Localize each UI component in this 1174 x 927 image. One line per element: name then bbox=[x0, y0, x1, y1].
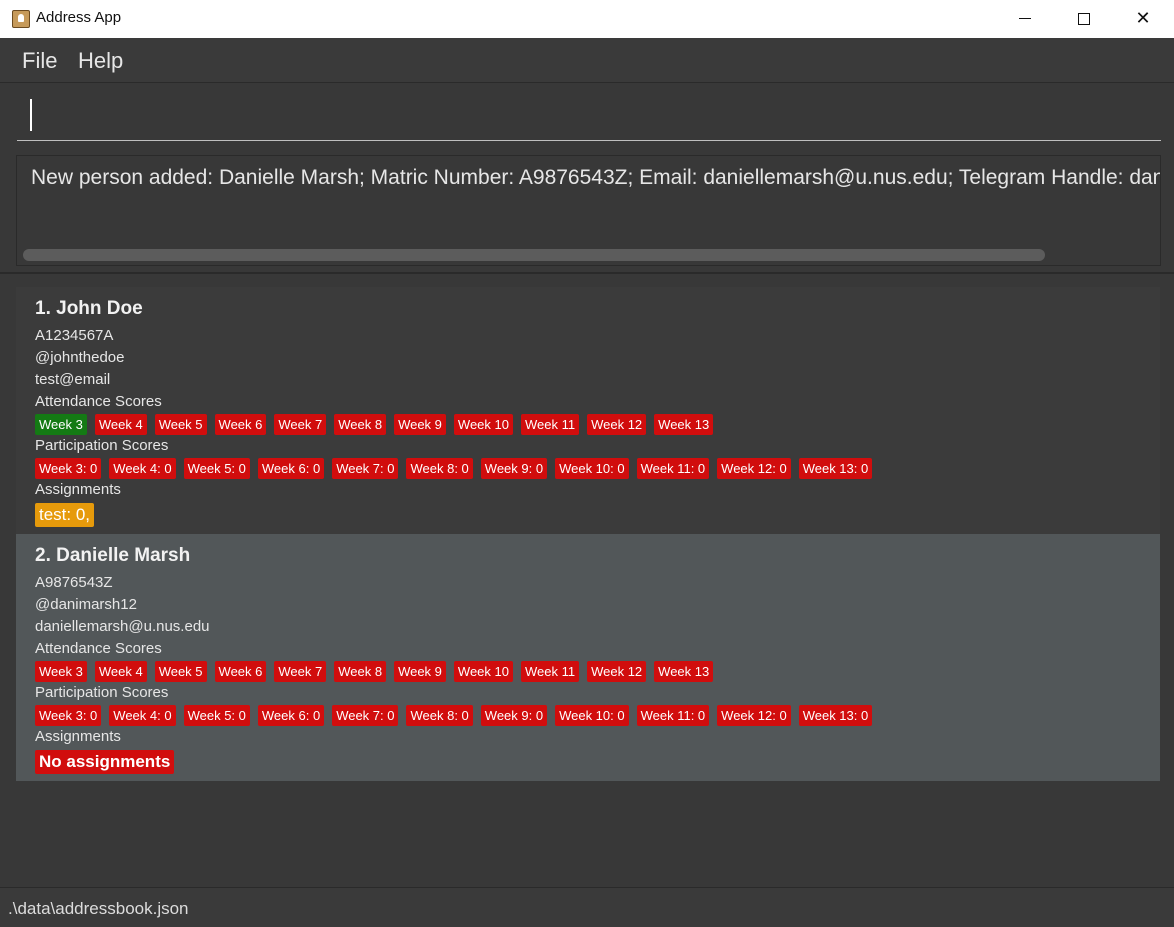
participation-tag: Week 7: 0 bbox=[332, 705, 399, 726]
minimize-icon bbox=[1019, 18, 1031, 19]
participation-label: Participation Scores bbox=[35, 684, 169, 701]
attendance-tags: Week 3 Week 4 Week 5 Week 6 Week 7 Week 8 Week… bbox=[35, 661, 714, 682]
participation-tag: Week 6: 0 bbox=[257, 705, 325, 726]
person-card[interactable]: 1. John Doe A1234567A @johnthedoe test@e… bbox=[16, 287, 1160, 534]
telegram-handle: @johnthedoe bbox=[35, 349, 125, 366]
maximize-icon bbox=[1078, 13, 1090, 25]
participation-tag: Week 5: 0 bbox=[183, 705, 250, 726]
pane-divider[interactable] bbox=[0, 272, 1174, 274]
participation-tag: Week 9: 0 bbox=[480, 705, 548, 726]
attendance-tag: Week 11 bbox=[520, 661, 580, 682]
participation-tag: Week 10: 0 bbox=[555, 458, 629, 479]
save-location: .\data\addressbook.json bbox=[8, 899, 189, 918]
close-icon: ✕ bbox=[1135, 8, 1151, 29]
menu-file[interactable]: File bbox=[22, 48, 57, 74]
participation-tag: Week 13: 0 bbox=[798, 705, 873, 726]
attendance-tag: Week 12 bbox=[587, 414, 647, 435]
horizontal-scrollbar[interactable] bbox=[23, 249, 1045, 261]
maximize-button[interactable] bbox=[1055, 0, 1113, 38]
assignments-label: Assignments bbox=[35, 728, 121, 745]
attendance-tag: Week 9 bbox=[394, 414, 446, 435]
assignment-badge: test: 0, bbox=[35, 503, 95, 527]
assignments-label: Assignments bbox=[35, 481, 121, 498]
person-name: 2. Danielle Marsh bbox=[35, 545, 191, 566]
participation-tags: Week 3: 0 Week 4: 0 Week 5: 0 Week 6: 0 Week… bbox=[35, 458, 873, 479]
participation-tag: Week 11: 0 bbox=[636, 458, 710, 479]
matric-number: A9876543Z bbox=[35, 574, 113, 591]
participation-label: Participation Scores bbox=[35, 437, 169, 454]
participation-tag: Week 9: 0 bbox=[480, 458, 548, 479]
menu-help[interactable]: Help bbox=[78, 48, 123, 74]
close-button[interactable]: ✕ bbox=[1114, 0, 1172, 38]
attendance-tag: Week 10 bbox=[453, 661, 513, 682]
attendance-tag: Week 8 bbox=[334, 414, 387, 435]
participation-tag: Week 3: 0 bbox=[35, 705, 102, 726]
attendance-label: Attendance Scores bbox=[35, 640, 162, 657]
matric-number: A1234567A bbox=[35, 327, 114, 344]
email: daniellemarsh@u.nus.edu bbox=[35, 618, 210, 635]
attendance-tag: Week 12 bbox=[587, 661, 647, 682]
person-card[interactable]: 2. Danielle Marsh A9876543Z @danimarsh12… bbox=[16, 534, 1160, 781]
assignment-badge: No assignments bbox=[35, 750, 175, 774]
menu-bar: File Help bbox=[0, 38, 1174, 83]
attendance-label: Attendance Scores bbox=[35, 393, 162, 410]
participation-tag: Week 4: 0 bbox=[109, 458, 176, 479]
attendance-tag: Week 6 bbox=[214, 414, 267, 435]
command-input[interactable] bbox=[17, 86, 1161, 141]
address-book-icon bbox=[12, 10, 30, 28]
attendance-tag: Week 8 bbox=[334, 661, 387, 682]
result-display: New person added: Danielle Marsh; Matric… bbox=[16, 155, 1161, 266]
window-title: Address App bbox=[36, 9, 122, 26]
participation-tag: Week 5: 0 bbox=[183, 458, 250, 479]
participation-tag: Week 6: 0 bbox=[257, 458, 325, 479]
participation-tag: Week 7: 0 bbox=[332, 458, 399, 479]
attendance-tag: Week 5 bbox=[154, 414, 207, 435]
participation-tag: Week 8: 0 bbox=[406, 458, 473, 479]
app-window: Address App ✕ File Help New person added… bbox=[0, 0, 1174, 927]
attendance-tags: Week 3 Week 4 Week 5 Week 6 Week 7 Week 8 Week… bbox=[35, 414, 714, 435]
participation-tag: Week 12: 0 bbox=[717, 705, 791, 726]
title-bar[interactable]: Address App ✕ bbox=[0, 0, 1174, 38]
attendance-tag: Week 7 bbox=[274, 661, 327, 682]
attendance-tag: Week 9 bbox=[394, 661, 446, 682]
participation-tag: Week 4: 0 bbox=[109, 705, 176, 726]
person-list: 1. John Doe A1234567A @johnthedoe test@e… bbox=[16, 287, 1160, 887]
attendance-tag: Week 4 bbox=[94, 414, 147, 435]
participation-tag: Week 10: 0 bbox=[555, 705, 629, 726]
attendance-tag: Week 10 bbox=[453, 414, 513, 435]
attendance-tag: Week 3 bbox=[35, 661, 87, 682]
attendance-tag: Week 4 bbox=[94, 661, 147, 682]
attendance-tag: Week 3 bbox=[35, 414, 87, 435]
attendance-tag: Week 6 bbox=[214, 661, 267, 682]
participation-tag: Week 3: 0 bbox=[35, 458, 102, 479]
text-caret bbox=[30, 99, 32, 131]
person-name: 1. John Doe bbox=[35, 298, 143, 319]
participation-tag: Week 8: 0 bbox=[406, 705, 473, 726]
attendance-tag: Week 5 bbox=[154, 661, 207, 682]
participation-tag: Week 12: 0 bbox=[717, 458, 791, 479]
email: test@email bbox=[35, 371, 111, 388]
attendance-tag: Week 7 bbox=[274, 414, 327, 435]
telegram-handle: @danimarsh12 bbox=[35, 596, 137, 613]
attendance-tag: Week 11 bbox=[520, 414, 580, 435]
status-bar: .\data\addressbook.json bbox=[0, 887, 1174, 927]
minimize-button[interactable] bbox=[996, 0, 1054, 38]
participation-tag: Week 11: 0 bbox=[636, 705, 710, 726]
attendance-tag: Week 13 bbox=[654, 661, 714, 682]
result-message: New person added: Danielle Marsh; Matric… bbox=[31, 166, 1161, 189]
attendance-tag: Week 13 bbox=[654, 414, 714, 435]
participation-tag: Week 13: 0 bbox=[798, 458, 873, 479]
participation-tags: Week 3: 0 Week 4: 0 Week 5: 0 Week 6: 0 Week… bbox=[35, 705, 873, 726]
